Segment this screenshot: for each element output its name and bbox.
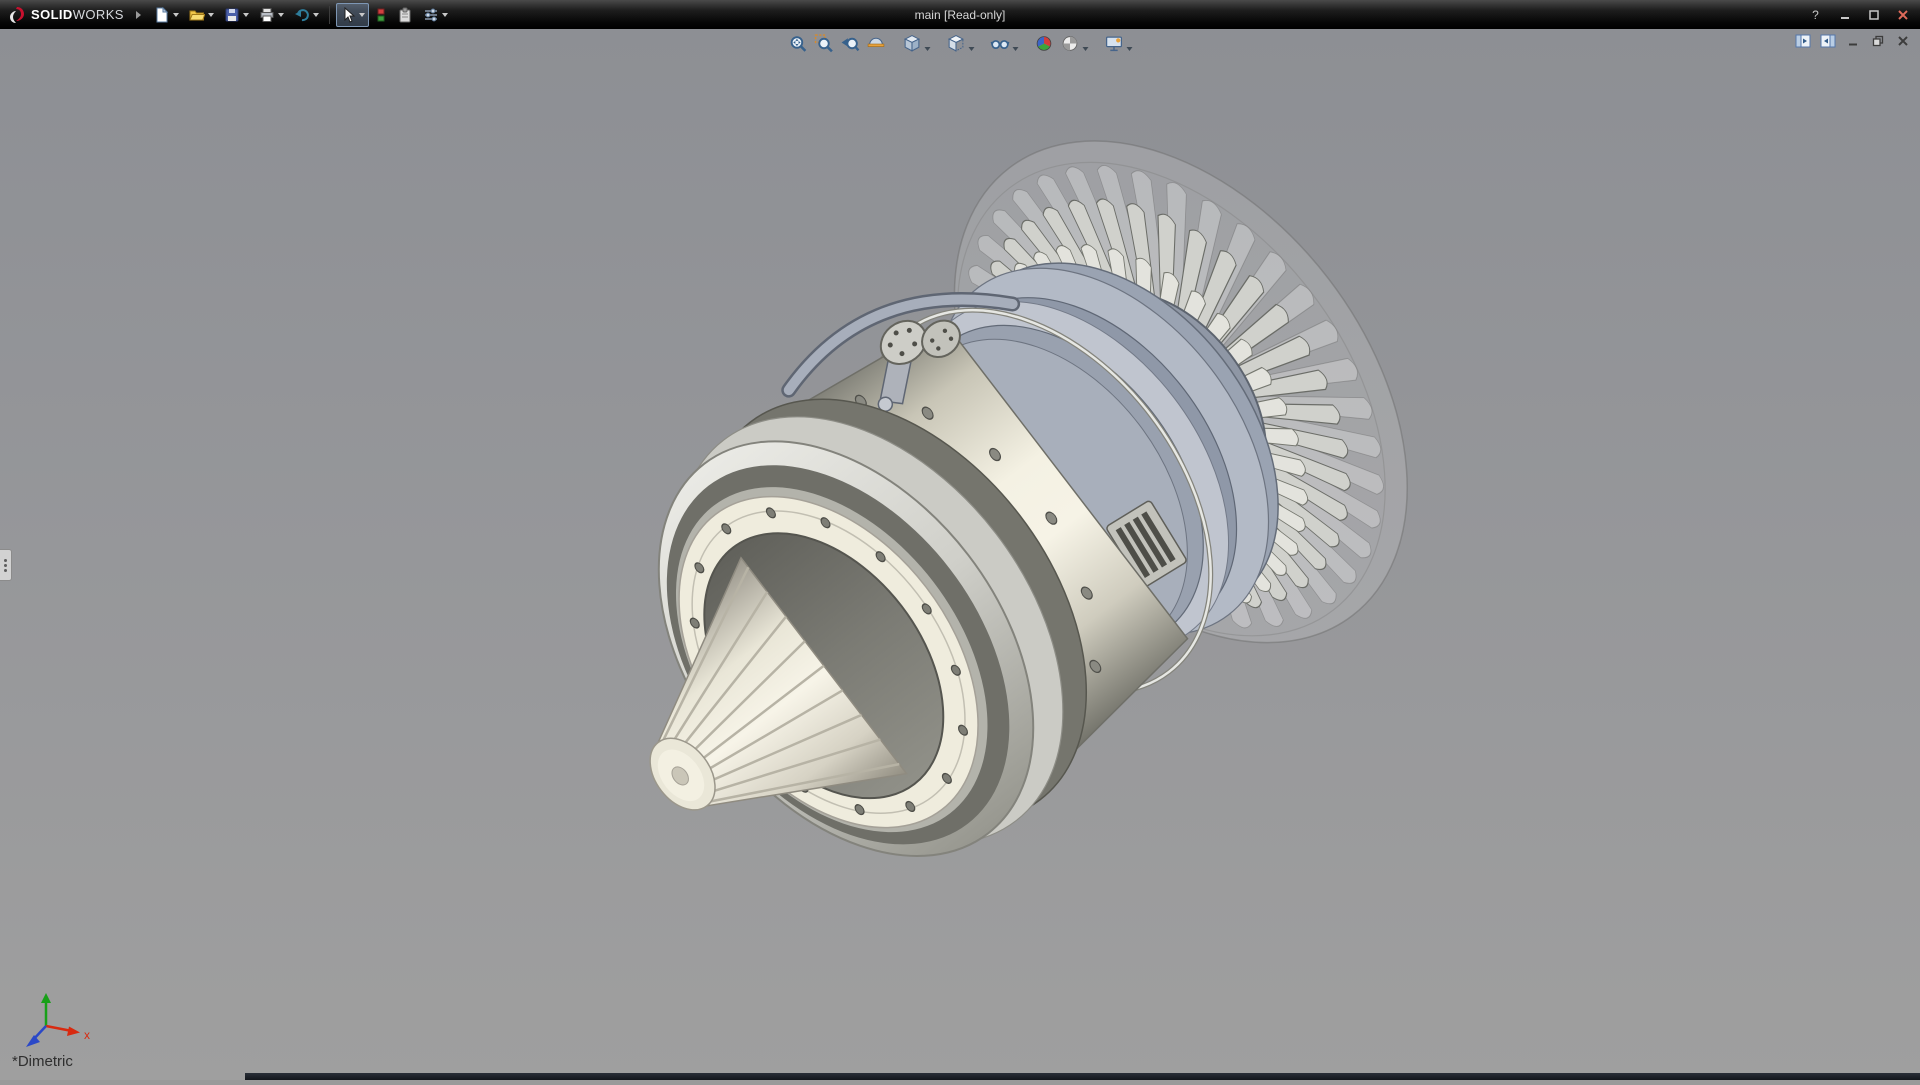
- edit-appearance-ball-icon: [1035, 34, 1054, 53]
- save-button[interactable]: [220, 3, 253, 27]
- open-folder-icon: [189, 7, 205, 23]
- display-style-button[interactable]: [944, 31, 969, 56]
- zoom-to-area-icon: [815, 34, 834, 53]
- previous-view-button[interactable]: [838, 31, 863, 56]
- view-orientation-button[interactable]: [900, 31, 925, 56]
- app-maximize-button[interactable]: [1860, 5, 1887, 25]
- view-settings-button[interactable]: [1102, 31, 1127, 56]
- hide-show-dropdown-arrow[interactable]: [1013, 47, 1019, 51]
- options-sliders-icon: [423, 7, 439, 23]
- minimize-icon: [1839, 9, 1851, 21]
- pane-left-button[interactable]: [1792, 31, 1814, 50]
- titlebar: SOLIDWORKS: [0, 0, 1920, 29]
- zoom-to-fit-button[interactable]: [786, 31, 811, 56]
- clipboard-button[interactable]: [393, 3, 417, 27]
- select-dropdown-arrow[interactable]: [359, 13, 365, 17]
- new-document-button[interactable]: [150, 3, 183, 27]
- apply-scene-ball-icon: [1061, 34, 1080, 53]
- new-document-icon: [154, 7, 170, 23]
- select-button[interactable]: [336, 3, 369, 27]
- hide-show-items-button[interactable]: [988, 31, 1013, 56]
- doc-restore-icon: [1872, 35, 1884, 47]
- undo-button[interactable]: [290, 3, 323, 27]
- app-close-button[interactable]: [1889, 5, 1916, 25]
- options-button[interactable]: [419, 3, 452, 27]
- section-view-button[interactable]: [864, 31, 889, 56]
- undo-dropdown-arrow[interactable]: [313, 13, 319, 17]
- section-view-icon: [867, 34, 886, 53]
- display-style-dropdown-arrow[interactable]: [969, 47, 975, 51]
- graphics-area[interactable]: x: [0, 29, 1920, 1080]
- print-dropdown-arrow[interactable]: [278, 13, 284, 17]
- color-swatch-icon: [375, 7, 387, 23]
- open-button[interactable]: [185, 3, 218, 27]
- toolbar-separator: [329, 6, 330, 24]
- doc-close-button[interactable]: [1892, 31, 1914, 50]
- document-window-controls: [1792, 31, 1914, 50]
- doc-restore-button[interactable]: [1867, 31, 1889, 50]
- save-dropdown-arrow[interactable]: [243, 13, 249, 17]
- new-dropdown-arrow[interactable]: [173, 13, 179, 17]
- app-minimize-button[interactable]: [1831, 5, 1858, 25]
- doc-minimize-button[interactable]: [1842, 31, 1864, 50]
- viewport-canvas[interactable]: x: [0, 29, 1920, 1080]
- doc-minimize-icon: [1847, 35, 1859, 47]
- engine-model[interactable]: [489, 55, 1500, 1014]
- view-orientation-label: *Dimetric: [12, 1053, 73, 1070]
- color-swatch-button[interactable]: [371, 3, 391, 27]
- help-button[interactable]: ?: [1802, 5, 1829, 25]
- window-title: main [Read-only]: [915, 8, 1006, 22]
- feature-manager-collapse-tab[interactable]: [0, 549, 12, 581]
- clipboard-icon: [397, 7, 413, 23]
- print-button[interactable]: [255, 3, 288, 27]
- view-orientation-cube-icon: [903, 34, 922, 53]
- display-style-icon: [947, 34, 966, 53]
- zoom-to-area-button[interactable]: [812, 31, 837, 56]
- undo-icon: [294, 7, 310, 23]
- brand-text-bold: SOLID: [31, 7, 73, 22]
- apply-scene-dropdown-arrow[interactable]: [1083, 47, 1089, 51]
- maximize-icon: [1868, 9, 1880, 21]
- select-cursor-icon: [340, 7, 356, 23]
- pane-right-button[interactable]: [1817, 31, 1839, 50]
- pane-left-icon: [1795, 34, 1811, 48]
- hide-show-glasses-icon: [991, 34, 1010, 53]
- toolbar-overflow-chevron[interactable]: [136, 11, 141, 19]
- taskbar-strip[interactable]: [245, 1073, 1920, 1080]
- zoom-to-fit-icon: [789, 34, 808, 53]
- save-icon: [224, 7, 240, 23]
- heads-up-toolbar: [786, 31, 1135, 56]
- view-settings-dropdown-arrow[interactable]: [1127, 47, 1133, 51]
- pane-right-icon: [1820, 34, 1836, 48]
- options-dropdown-arrow[interactable]: [442, 13, 448, 17]
- triad-x-label: x: [84, 1028, 90, 1042]
- brand-text-light: WORKS: [73, 7, 124, 22]
- previous-view-icon: [841, 34, 860, 53]
- open-dropdown-arrow[interactable]: [208, 13, 214, 17]
- doc-close-icon: [1897, 35, 1909, 47]
- edit-appearance-button[interactable]: [1032, 31, 1057, 56]
- close-icon: [1897, 9, 1909, 21]
- print-icon: [259, 7, 275, 23]
- view-orientation-dropdown-arrow[interactable]: [925, 47, 931, 51]
- orientation-triad[interactable]: x: [26, 993, 90, 1047]
- apply-scene-button[interactable]: [1058, 31, 1083, 56]
- solidworks-logo: SOLIDWORKS: [0, 6, 134, 24]
- view-settings-icon: [1105, 34, 1124, 53]
- ds-logo-icon: [8, 6, 26, 24]
